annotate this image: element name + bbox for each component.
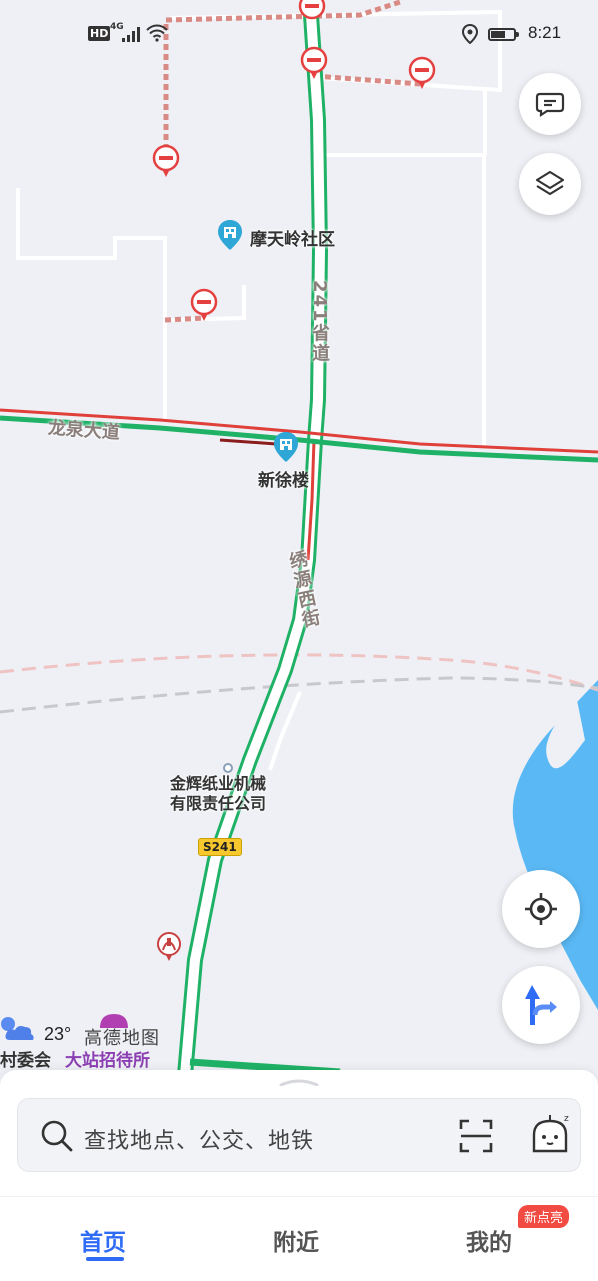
search-bar[interactable]: 查找地点、公交、地铁 z xyxy=(17,1098,581,1172)
poi-label[interactable]: 摩天岭社区 xyxy=(250,225,335,250)
tab-nearby[interactable]: 附近 xyxy=(273,1223,319,1257)
residential-pin-icon[interactable] xyxy=(272,430,300,464)
svg-text:z: z xyxy=(564,1114,569,1124)
route-arrow-icon xyxy=(525,985,557,1025)
tab-home[interactable]: 首页 xyxy=(80,1223,126,1257)
crosshair-icon xyxy=(525,893,557,925)
scan-icon[interactable] xyxy=(458,1118,494,1154)
road-closed-icon[interactable] xyxy=(298,0,326,20)
company-label[interactable]: 金辉纸业机械 有限责任公司 xyxy=(170,774,266,814)
battery-icon xyxy=(488,28,519,41)
weather-cloud-icon xyxy=(1,1017,34,1040)
minor-roads xyxy=(16,9,502,771)
poi-label[interactable]: 村委会 xyxy=(0,1046,51,1071)
new-badge: 新点亮 xyxy=(518,1205,570,1228)
layers-button[interactable] xyxy=(519,153,581,215)
voice-assistant-icon[interactable]: z xyxy=(526,1111,574,1159)
battery-level xyxy=(491,31,506,38)
bottom-sheet[interactable]: 查找地点、公交、地铁 z xyxy=(0,1070,598,1200)
weather-widget[interactable]: 23° 高德地图 xyxy=(0,1014,220,1049)
message-icon xyxy=(535,92,565,117)
status-bar: HD 4G 8:21 xyxy=(0,18,598,52)
navigation-button[interactable] xyxy=(502,966,580,1044)
signal-icon xyxy=(122,27,140,42)
road-label: 龙泉大道 xyxy=(47,417,121,444)
road-closed-icon[interactable] xyxy=(190,288,218,322)
search-placeholder[interactable]: 查找地点、公交、地铁 xyxy=(84,1123,314,1155)
gas-station-icon[interactable] xyxy=(154,930,184,964)
tab-bar: 首页 附近 我的 新点亮 xyxy=(0,1196,598,1281)
railway-pink xyxy=(0,653,598,692)
poi-label[interactable]: 大站招待所 xyxy=(65,1046,150,1071)
location-status-icon xyxy=(462,24,478,44)
search-icon xyxy=(41,1120,73,1152)
sheet-handle-icon[interactable] xyxy=(279,1078,319,1086)
road-closed-icon[interactable] xyxy=(152,144,180,178)
tab-mine[interactable]: 我的 xyxy=(466,1223,512,1257)
hd-indicator: HD xyxy=(88,26,111,41)
residential-pin-icon[interactable] xyxy=(216,218,244,252)
locate-me-button[interactable] xyxy=(502,870,580,948)
poi-dot-icon[interactable] xyxy=(222,762,234,774)
tab-active-indicator xyxy=(86,1257,124,1261)
route-badge: S241 xyxy=(198,838,242,856)
clock: 8:21 xyxy=(528,23,562,42)
road-closed-icon[interactable] xyxy=(408,56,436,90)
temperature: 23° xyxy=(44,1024,72,1044)
wifi-icon xyxy=(146,24,168,42)
feedback-button[interactable] xyxy=(519,73,581,135)
layers-icon xyxy=(535,170,565,196)
poi-label[interactable]: 新徐楼 xyxy=(258,466,309,491)
road-label: 241省道 xyxy=(309,280,330,364)
river xyxy=(512,620,598,1010)
